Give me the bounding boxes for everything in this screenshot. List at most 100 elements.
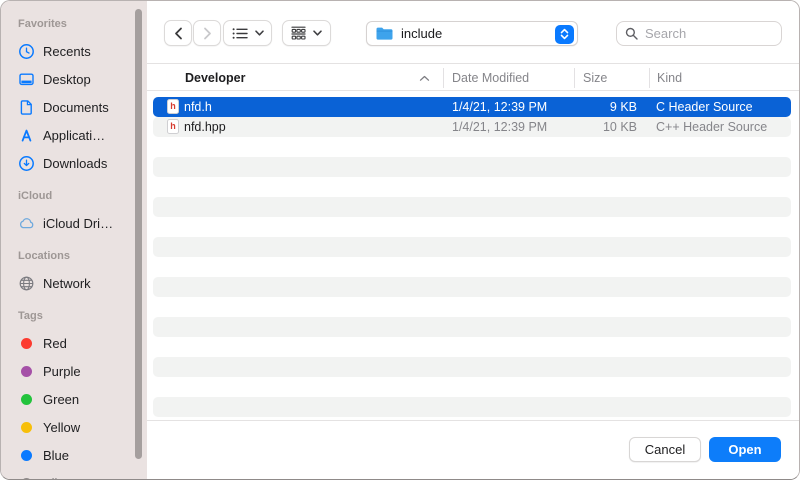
blue-tag-icon <box>21 450 32 461</box>
open-file-dialog: Favorites Recents Desktop Documents Appl… <box>0 0 800 480</box>
main-panel: include Developer Date Modified Size Kin… <box>147 1 799 479</box>
sidebar-item-tag-yellow[interactable]: Yellow <box>18 413 147 441</box>
empty-row <box>153 197 791 217</box>
cpp-header-file-icon: h <box>167 119 179 134</box>
desktop-icon <box>18 71 35 88</box>
sidebar-item-label: Green <box>43 392 79 407</box>
sidebar-section-icloud: iCloud iCloud Dri… <box>18 190 147 237</box>
sidebar-item-label: Applicati… <box>43 128 105 143</box>
section-header-icloud: iCloud <box>18 190 147 203</box>
sidebar-item-label: Downloads <box>43 156 107 171</box>
globe-icon <box>18 275 35 292</box>
yellow-tag-icon <box>21 422 32 433</box>
group-view-button[interactable] <box>282 20 331 46</box>
chevron-down-icon <box>255 30 264 36</box>
search-input[interactable] <box>643 25 768 42</box>
file-size: 10 KB <box>603 117 637 137</box>
file-row-nfd-h[interactable]: h nfd.h 1/4/21, 12:39 PM 9 KB C Header S… <box>153 97 791 117</box>
column-header-name[interactable]: Developer <box>185 71 245 85</box>
empty-row <box>153 297 791 317</box>
empty-row <box>153 217 791 237</box>
column-headers: Developer Date Modified Size Kind <box>147 65 799 91</box>
column-header-size[interactable]: Size <box>583 71 607 85</box>
group-view-icon <box>291 26 306 40</box>
sidebar-item-label: Purple <box>43 364 81 379</box>
empty-row <box>153 377 791 397</box>
sidebar-item-documents[interactable]: Documents <box>18 93 147 121</box>
dialog-footer: Cancel Open <box>147 420 799 479</box>
forward-chevron-icon <box>203 27 212 40</box>
search-field[interactable] <box>616 21 782 46</box>
column-header-kind[interactable]: Kind <box>657 71 682 85</box>
sidebar-item-label: Red <box>43 336 67 351</box>
file-row-nfd-hpp[interactable]: h nfd.hpp 1/4/21, 12:39 PM 10 KB C++ Hea… <box>153 117 791 137</box>
sidebar-item-label: Desktop <box>43 72 91 87</box>
green-tag-icon <box>21 394 32 405</box>
forward-button[interactable] <box>193 20 221 46</box>
empty-row <box>153 157 791 177</box>
sidebar-item-label: All Tags <box>43 476 88 480</box>
empty-row <box>153 257 791 277</box>
sidebar-item-tag-purple[interactable]: Purple <box>18 357 147 385</box>
folder-icon <box>375 26 394 41</box>
folder-popup-value: include <box>401 26 442 41</box>
sidebar-item-applications[interactable]: Applicati… <box>18 121 147 149</box>
empty-row <box>153 137 791 157</box>
list-view-button[interactable] <box>223 20 272 46</box>
clock-icon <box>18 43 35 60</box>
document-icon <box>18 99 35 116</box>
toolbar: include <box>147 1 799 64</box>
sidebar-item-all-tags[interactable]: All Tags <box>18 469 147 480</box>
section-header-tags: Tags <box>18 310 147 323</box>
list-view-icon <box>232 27 248 40</box>
sidebar-item-label: Documents <box>43 100 109 115</box>
empty-row <box>153 237 791 257</box>
sidebar-scrollbar[interactable] <box>135 9 142 459</box>
folder-popup-button[interactable]: include <box>366 21 578 46</box>
empty-row <box>153 317 791 337</box>
sidebar-section-tags: Tags Red Purple Green Yellow Blue <box>18 310 147 480</box>
sidebar-section-locations: Locations Network <box>18 250 147 297</box>
column-divider <box>443 68 444 88</box>
sidebar-item-tag-blue[interactable]: Blue <box>18 441 147 469</box>
sidebar-item-downloads[interactable]: Downloads <box>18 149 147 177</box>
popup-stepper-icon <box>555 25 574 44</box>
download-circle-icon <box>18 155 35 172</box>
sidebar-item-label: iCloud Dri… <box>43 216 113 231</box>
column-divider <box>574 68 575 88</box>
open-button[interactable]: Open <box>709 437 781 462</box>
empty-row <box>153 337 791 357</box>
chevron-down-icon <box>313 30 322 36</box>
cloud-icon <box>18 215 35 232</box>
empty-row <box>153 357 791 377</box>
sidebar-item-tag-red[interactable]: Red <box>18 329 147 357</box>
sidebar-section-favorites: Favorites Recents Desktop Documents Appl… <box>18 18 147 177</box>
sidebar: Favorites Recents Desktop Documents Appl… <box>1 1 147 479</box>
cancel-button[interactable]: Cancel <box>629 437 701 462</box>
file-date-modified: 1/4/21, 12:39 PM <box>452 117 547 137</box>
sidebar-item-recents[interactable]: Recents <box>18 37 147 65</box>
file-date-modified: 1/4/21, 12:39 PM <box>452 97 547 117</box>
section-header-locations: Locations <box>18 250 147 263</box>
c-header-file-icon: h <box>167 99 179 114</box>
column-divider <box>649 68 650 88</box>
empty-row <box>153 397 791 417</box>
back-button[interactable] <box>164 20 192 46</box>
sidebar-item-icloud-drive[interactable]: iCloud Dri… <box>18 209 147 237</box>
section-header-favorites: Favorites <box>18 18 147 31</box>
purple-tag-icon <box>21 366 32 377</box>
file-name: nfd.h <box>184 97 212 117</box>
sidebar-item-network[interactable]: Network <box>18 269 147 297</box>
sidebar-item-label: Recents <box>43 44 91 59</box>
sidebar-item-label: Yellow <box>43 420 80 435</box>
red-tag-icon <box>21 338 32 349</box>
file-kind: C Header Source <box>656 97 753 117</box>
file-kind: C++ Header Source <box>656 117 767 137</box>
sidebar-item-desktop[interactable]: Desktop <box>18 65 147 93</box>
column-header-date-modified[interactable]: Date Modified <box>452 71 529 85</box>
sidebar-item-label: Network <box>43 276 91 291</box>
file-size: 9 KB <box>610 97 637 117</box>
file-name: nfd.hpp <box>184 117 226 137</box>
sidebar-item-tag-green[interactable]: Green <box>18 385 147 413</box>
app-store-a-icon <box>18 127 35 144</box>
